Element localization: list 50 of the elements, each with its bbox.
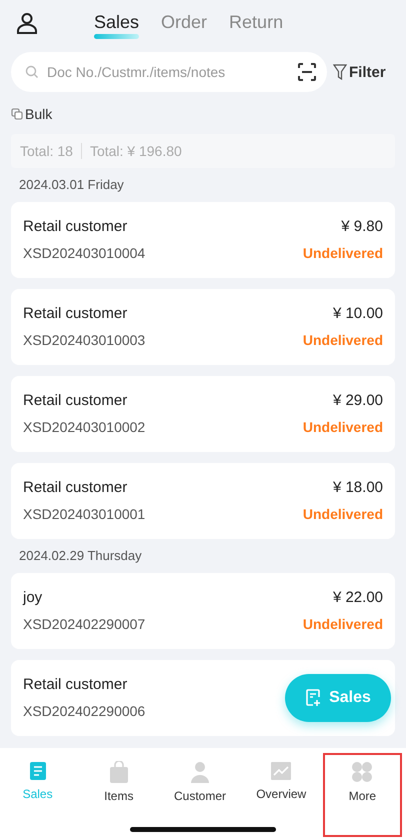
search-icon (25, 65, 39, 79)
document-number: XSD202402290007 (23, 616, 146, 632)
document-number: XSD202403010001 (23, 506, 146, 522)
document-number: XSD202403010003 (23, 332, 146, 348)
order-amount: ¥ 18.00 (332, 479, 383, 496)
grid-icon (351, 761, 374, 783)
chart-icon (270, 761, 292, 781)
person-icon (190, 761, 210, 783)
bag-icon (108, 761, 129, 783)
customer-name: joy (23, 589, 44, 606)
order-amount: ¥ 29.00 (332, 392, 383, 409)
tab[interactable]: Sales (94, 6, 140, 40)
customer-name: Retail customer (23, 305, 128, 322)
order-card[interactable]: Retail customer ¥ 29.00 XSD202403010002 Undelivered (11, 376, 395, 452)
document-number: XSD202403010004 (23, 245, 146, 261)
order-status: Undelivered (302, 245, 383, 261)
nav-tab[interactable]: Customer (162, 755, 238, 835)
order-card[interactable]: Retail customer ¥ 9.80 XSD202403010004 Undelivered (11, 202, 395, 278)
customer-name: Retail customer (23, 218, 128, 235)
copy-icon (11, 108, 23, 120)
document-number: XSD202402290006 (23, 703, 146, 719)
filter-button[interactable]: Filter (333, 64, 386, 80)
date-header: 2024.03.01 Friday (19, 177, 125, 194)
bulk-button[interactable]: Bulk (11, 106, 52, 122)
order-count: Total: 18 (20, 143, 73, 159)
order-amount: ¥ 22.00 (332, 589, 383, 606)
customer-name: Retail customer (23, 676, 128, 693)
order-card[interactable]: Retail customer ¥ 18.00 XSD202403010001 Undelivered (11, 463, 395, 539)
nav-tab[interactable]: Overview (244, 755, 319, 835)
order-amount: ¥ 10.00 (332, 305, 383, 322)
order-amount: ¥ 9.80 (340, 218, 383, 235)
order-card[interactable]: joy ¥ 22.00 XSD202402290007 Undelivered (11, 573, 395, 649)
scan-icon[interactable] (297, 62, 317, 82)
search-field[interactable]: Doc No./Custmr./items/notes (11, 52, 327, 92)
add-document-icon (305, 689, 322, 707)
order-card[interactable]: Retail customer ¥ 10.00 XSD202403010003 Undelivered (11, 289, 395, 365)
customer-name: Retail customer (23, 392, 128, 409)
funnel-icon (333, 64, 347, 80)
order-status: Undelivered (302, 616, 383, 632)
order-status: Undelivered (302, 419, 383, 435)
date-header: 2024.02.29 Thursday (19, 548, 143, 565)
order-status: Undelivered (302, 506, 383, 522)
nav-tab[interactable]: More (324, 755, 400, 835)
profile-icon[interactable] (16, 12, 38, 34)
order-status: Undelivered (302, 332, 383, 348)
nav-tab[interactable]: Items (81, 755, 156, 835)
document-icon (28, 761, 48, 781)
total-amount: Total: ¥ 196.80 (90, 143, 182, 159)
document-number: XSD202403010002 (23, 419, 146, 435)
customer-name: Retail customer (23, 479, 128, 496)
